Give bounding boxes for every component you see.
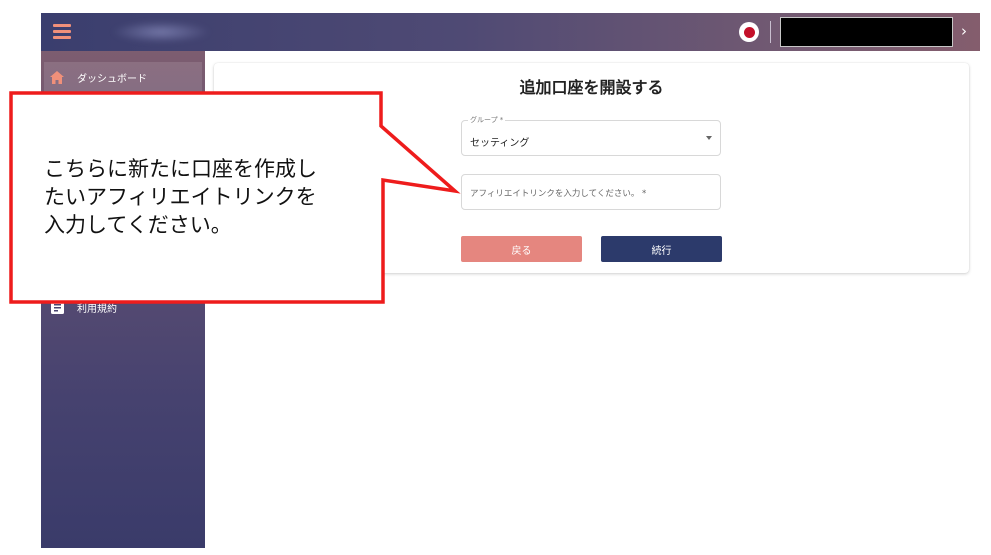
callout-line: こちらに新たに口座を作成し bbox=[44, 157, 317, 181]
callout-text: こちらに新たに口座を作成し たいアフィリエイトリンクを 入力してください。 bbox=[44, 155, 364, 239]
callout-annotation bbox=[9, 91, 461, 304]
callout-line: 入力してください。 bbox=[44, 213, 232, 237]
callout-line: たいアフィリエイトリンクを bbox=[44, 185, 317, 209]
screenshot-stage: › ダッシュボード 利用規約 追加口座を開設する グループ * セッティング ア… bbox=[0, 0, 991, 555]
